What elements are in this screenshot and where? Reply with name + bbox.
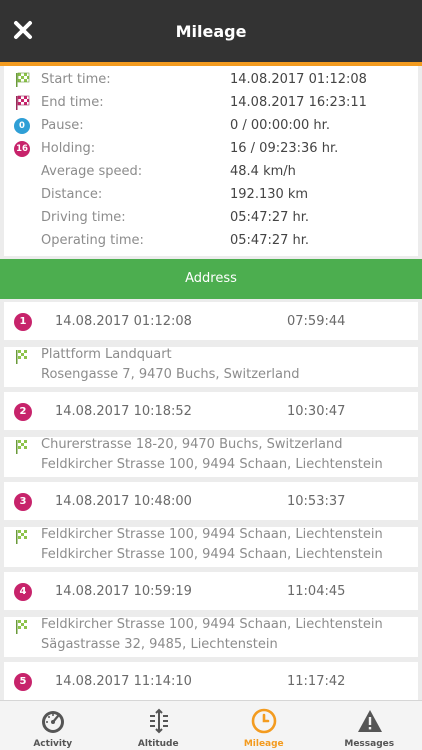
tab-label: Altitude: [137, 739, 179, 749]
stop-number-badge: 4: [14, 583, 32, 601]
route-flag-icon: [16, 350, 27, 364]
route-to-address: Sägastrasse 32, 9485, Liechtenstein: [41, 637, 278, 652]
summary-label: Pause:: [41, 118, 84, 133]
tab-label: Mileage: [243, 739, 284, 749]
app-header: Mileage: [0, 0, 422, 62]
summary-row-operating-time: Operating time: 05:47:27 hr.: [4, 230, 418, 253]
summary-row-distance: Distance: 192.130 km: [4, 184, 418, 207]
route-to-address: Feldkircher Strasse 100, 9494 Schaan, Li…: [41, 547, 383, 562]
summary-value: 16 / 09:23:36 hr.: [230, 141, 339, 156]
route-flag-icon: [16, 620, 27, 634]
summary-label: Distance:: [41, 187, 103, 202]
summary-row-driving-time: Driving time: 05:47:27 hr.: [4, 207, 418, 230]
summary-value: 14.08.2017 16:23:11: [230, 95, 367, 110]
stop-end-time: 10:53:37: [287, 494, 346, 509]
stop-row[interactable]: 1 14.08.2017 01:12:08 07:59:44: [4, 302, 418, 340]
stop-end-time: 11:17:42: [287, 674, 346, 689]
tab-label: Messages: [344, 739, 395, 749]
route-row[interactable]: Churerstrasse 18-20, 9470 Buchs, Switzer…: [4, 437, 418, 477]
stop-number-badge: 1: [14, 313, 32, 331]
summary-label: End time:: [41, 95, 104, 110]
pause-count-badge: 0: [14, 118, 30, 134]
warning-icon: [357, 710, 382, 732]
stop-row[interactable]: 5 14.08.2017 11:14:10 11:17:42: [4, 662, 418, 700]
summary-value: 48.4 km/h: [230, 164, 296, 179]
stop-row[interactable]: 4 14.08.2017 10:59:19 11:04:45: [4, 572, 418, 610]
page-title: Mileage: [175, 22, 247, 41]
stop-row[interactable]: 2 14.08.2017 10:18:52 10:30:47: [4, 392, 418, 430]
summary-row-pause: 0 Pause: 0 / 00:00:00 hr.: [4, 115, 418, 138]
stop-end-time: 11:04:45: [287, 584, 346, 599]
stop-start-time: 14.08.2017 10:18:52: [55, 404, 192, 419]
route-to-address: Rosengasse 7, 9470 Buchs, Switzerland: [41, 367, 300, 382]
trip-summary: Start time: 14.08.2017 01:12:08 End time…: [4, 66, 418, 256]
altitude-icon: [149, 708, 168, 734]
route-from-address: Feldkircher Strasse 100, 9494 Schaan, Li…: [41, 527, 383, 542]
summary-value: 0 / 00:00:00 hr.: [230, 118, 330, 133]
route-from-address: Plattform Landquart: [41, 347, 172, 362]
stop-start-time: 14.08.2017 10:48:00: [55, 494, 192, 509]
summary-row-average-speed: Average speed: 48.4 km/h: [4, 161, 418, 184]
summary-value: 14.08.2017 01:12:08: [230, 72, 367, 87]
summary-label: Average speed:: [41, 164, 143, 179]
route-row[interactable]: Feldkircher Strasse 100, 9494 Schaan, Li…: [4, 617, 418, 657]
route-row[interactable]: Feldkircher Strasse 100, 9494 Schaan, Li…: [4, 527, 418, 567]
route-from-address: Churerstrasse 18-20, 9470 Buchs, Switzer…: [41, 437, 343, 452]
stop-number-badge: 3: [14, 493, 32, 511]
route-flag-icon: [16, 530, 27, 544]
route-row[interactable]: Plattform Landquart Rosengasse 7, 9470 B…: [4, 347, 418, 387]
stop-row[interactable]: 3 14.08.2017 10:48:00 10:53:37: [4, 482, 418, 520]
summary-value: 05:47:27 hr.: [230, 210, 310, 225]
summary-label: Holding:: [41, 141, 96, 156]
stop-number-badge: 2: [14, 403, 32, 421]
speedometer-icon: [42, 711, 64, 733]
tab-mileage[interactable]: Mileage: [211, 701, 317, 750]
route-from-address: Feldkircher Strasse 100, 9494 Schaan, Li…: [41, 617, 383, 632]
address-section-header[interactable]: Address: [0, 259, 422, 299]
tab-messages[interactable]: Messages: [317, 701, 422, 750]
summary-value: 05:47:27 hr.: [230, 233, 310, 248]
stop-start-time: 14.08.2017 11:14:10: [55, 674, 192, 689]
tab-activity[interactable]: Activity: [0, 701, 106, 750]
tab-altitude[interactable]: Altitude: [106, 701, 212, 750]
summary-row-end-time: End time: 14.08.2017 16:23:11: [4, 92, 418, 115]
stop-end-time: 07:59:44: [287, 314, 346, 329]
holding-count-badge: 16: [14, 141, 30, 157]
tab-label: Activity: [33, 739, 73, 749]
stop-start-time: 14.08.2017 10:59:19: [55, 584, 192, 599]
stop-number-badge: 5: [14, 673, 32, 691]
summary-label: Operating time:: [41, 233, 144, 248]
summary-label: Driving time:: [41, 210, 126, 225]
summary-row-start-time: Start time: 14.08.2017 01:12:08: [4, 69, 418, 92]
clock-icon: [251, 708, 277, 734]
summary-label: Start time:: [41, 72, 111, 87]
summary-row-holding: 16 Holding: 16 / 09:23:36 hr.: [4, 138, 418, 161]
flag-green-icon: [16, 72, 30, 87]
route-to-address: Feldkircher Strasse 100, 9494 Schaan, Li…: [41, 457, 383, 472]
bottom-tab-bar: Activity Altitude Mileage Messages: [0, 700, 422, 750]
flag-red-icon: [16, 95, 30, 110]
summary-value: 192.130 km: [230, 187, 309, 202]
stop-end-time: 10:30:47: [287, 404, 346, 419]
stop-start-time: 14.08.2017 01:12:08: [55, 314, 192, 329]
route-flag-icon: [16, 440, 27, 454]
